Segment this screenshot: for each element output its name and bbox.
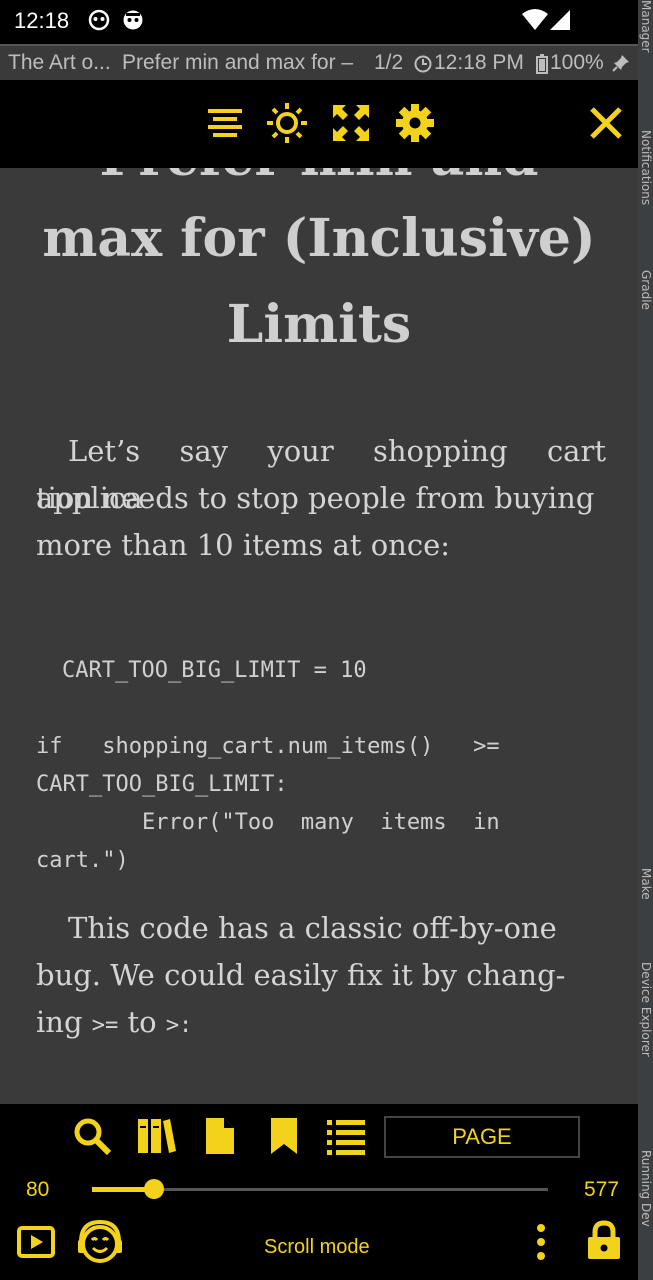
status-time: 12:18 (14, 8, 70, 33)
vpn-face-icon (88, 9, 110, 31)
clock-icon (414, 55, 432, 73)
page-slider-thumb[interactable] (144, 1179, 165, 1199)
pin-icon[interactable] (612, 54, 630, 72)
battery-level: 100% (550, 51, 604, 74)
library-icon[interactable] (136, 1116, 176, 1156)
side-tab-manager[interactable]: Manager (638, 0, 653, 53)
paragraph-line: This code has a classic off-by-one (68, 911, 557, 945)
table-of-contents-icon[interactable] (326, 1116, 366, 1156)
battery-icon (536, 54, 548, 74)
close-icon[interactable] (586, 103, 626, 143)
lock-icon[interactable] (584, 1220, 624, 1260)
inline-code: >= (91, 1013, 119, 1038)
side-tab-device-explorer[interactable]: Device Explorer (638, 962, 653, 1057)
slider-max-label: 577 (584, 1178, 620, 1201)
align-icon[interactable] (204, 102, 246, 144)
bottom-control-panel: PAGE 80 577 Scroll mode (0, 1104, 638, 1280)
play-icon[interactable] (16, 1222, 56, 1262)
code-line: CART_TOO_BIG_LIMIT = 10 (62, 658, 367, 683)
book-page[interactable]: Prefer min and max for (Inclusive) Limit… (0, 80, 638, 1104)
signal-icon (550, 10, 570, 30)
side-tab-running-devices[interactable]: Running Dev (638, 1150, 653, 1227)
paragraph-line: bug. We could easily fix it by chang- (36, 958, 566, 992)
settings-gear-icon[interactable] (394, 102, 436, 144)
paragraph-line: more than 10 items at once: (36, 528, 451, 562)
scroll-mode-label[interactable]: Scroll mode (264, 1236, 370, 1259)
status-bar: 12:18 (0, 0, 638, 44)
assistant-face-icon (123, 10, 143, 30)
code-line: CART_TOO_BIG_LIMIT: (36, 772, 288, 797)
search-icon[interactable] (72, 1116, 112, 1156)
text-to-speech-icon[interactable] (76, 1218, 124, 1266)
reading-info-bar: The Art o... Prefer min and max for – 1/… (0, 44, 638, 80)
side-tab-make[interactable]: Make (638, 868, 653, 900)
chapter-heading-line-2: max for (Inclusive) (42, 208, 596, 269)
clock-time: 12:18 PM (434, 51, 524, 74)
chapter-heading-line-3: Limits (226, 294, 412, 355)
chapter-title: Prefer min and max for – (122, 51, 354, 74)
code-line: Error("Too many items in (36, 810, 500, 835)
text-fragment: to (127, 1005, 157, 1039)
wifi-icon (522, 9, 548, 30)
paragraph-line: tion needs to stop people from buying (36, 481, 595, 515)
code-line: cart.") (36, 848, 129, 873)
page-counter: 1/2 (374, 51, 404, 74)
more-options-icon[interactable] (521, 1222, 561, 1262)
inline-code: >: (165, 1013, 193, 1038)
code-line: if shopping_cart.num_items() >= (36, 734, 500, 759)
side-tab-notifications[interactable]: Notifications (638, 130, 653, 205)
book-title: The Art o... (8, 51, 111, 74)
ide-side-strip: Manager Notifications Gradle Make Device… (638, 0, 653, 1280)
brightness-icon[interactable] (266, 102, 308, 144)
reader-app: 12:18 The Art o... Prefer min and max fo… (0, 0, 638, 1280)
text-fragment: ing (36, 1005, 83, 1039)
side-tab-gradle[interactable]: Gradle (638, 270, 653, 310)
page-mode-button[interactable]: PAGE (384, 1116, 580, 1158)
top-toolbar (0, 80, 638, 168)
paragraph-line: ing >= to >: (36, 999, 606, 1049)
slider-min-label: 80 (26, 1178, 50, 1201)
document-icon[interactable] (200, 1116, 240, 1156)
bookmark-icon[interactable] (264, 1116, 304, 1156)
fullscreen-icon[interactable] (330, 102, 372, 144)
